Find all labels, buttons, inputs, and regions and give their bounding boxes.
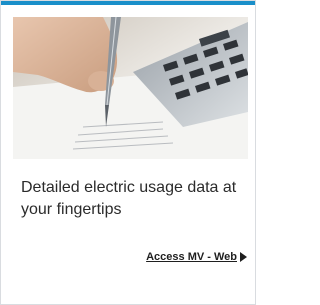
headline: Detailed electric usage data at your fin… — [21, 179, 237, 218]
access-mv-web-link[interactable]: Access MV - Web — [146, 251, 237, 263]
access-link-group[interactable]: Access MV - Web — [146, 251, 247, 263]
feature-card: Detailed electric usage data at your fin… — [0, 0, 256, 305]
arrow-right-icon[interactable] — [240, 252, 247, 262]
calculator-pen-paper-icon — [13, 17, 248, 159]
accent-bar — [1, 1, 255, 5]
